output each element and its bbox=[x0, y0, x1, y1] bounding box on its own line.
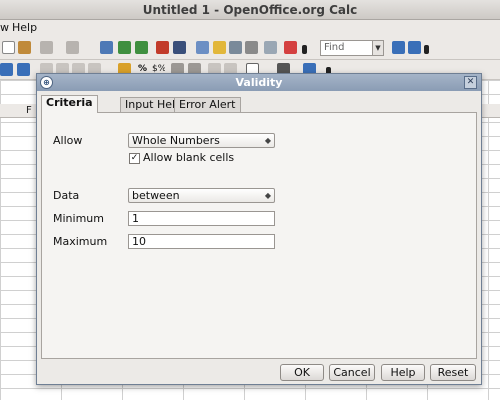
redo-icon[interactable] bbox=[66, 41, 79, 54]
data-label: Data bbox=[53, 189, 80, 202]
zoom-icon[interactable] bbox=[245, 41, 258, 54]
menu-help[interactable]: Help bbox=[12, 20, 37, 36]
sort-ascending-icon[interactable] bbox=[118, 41, 131, 54]
undo-icon[interactable] bbox=[40, 41, 53, 54]
menubar: w Help bbox=[0, 20, 500, 36]
chart-icon[interactable] bbox=[156, 41, 169, 54]
maximum-label: Maximum bbox=[53, 235, 108, 248]
chevron-updown-icon: ◆ bbox=[264, 136, 271, 145]
maximum-field[interactable]: 10 bbox=[128, 234, 275, 249]
column-header-f[interactable]: F bbox=[26, 104, 32, 118]
data-sources-icon[interactable] bbox=[229, 41, 242, 54]
search-icon[interactable] bbox=[264, 41, 277, 54]
font-color-icon[interactable] bbox=[17, 63, 30, 76]
data-select[interactable]: between ◆ bbox=[128, 188, 275, 203]
reset-button[interactable]: Reset bbox=[430, 364, 476, 381]
tab-criteria[interactable]: Criteria bbox=[41, 95, 98, 113]
find-next-icon[interactable] bbox=[392, 41, 405, 54]
font-icon[interactable] bbox=[0, 63, 13, 76]
criteria-panel: Allow Whole Numbers ◆ ✓ Allow blank cell… bbox=[41, 112, 477, 359]
new-document-icon[interactable] bbox=[2, 41, 15, 54]
toolbar-overflow-icon[interactable] bbox=[302, 45, 307, 54]
navigator-icon[interactable] bbox=[196, 41, 209, 54]
cancel-button[interactable]: Cancel bbox=[329, 364, 375, 381]
minimum-field[interactable]: 1 bbox=[128, 211, 275, 226]
allow-select-value: Whole Numbers bbox=[132, 134, 220, 147]
ok-button[interactable]: OK bbox=[280, 364, 324, 381]
standard-toolbar bbox=[0, 36, 500, 60]
sort-descending-icon[interactable] bbox=[135, 41, 148, 54]
find-toolbar-overflow-icon[interactable] bbox=[424, 45, 429, 54]
find-placeholder: Find bbox=[324, 42, 345, 53]
allow-blank-label[interactable]: Allow blank cells bbox=[143, 151, 234, 165]
menu-view[interactable]: w bbox=[0, 20, 9, 36]
find-input[interactable]: Find ▼ bbox=[320, 40, 384, 56]
gallery-icon[interactable] bbox=[213, 41, 226, 54]
edit-file-icon[interactable] bbox=[18, 41, 31, 54]
minimum-label: Minimum bbox=[53, 212, 104, 225]
chevron-updown-icon: ◆ bbox=[264, 191, 271, 200]
find-previous-icon[interactable] bbox=[408, 41, 421, 54]
data-pilot-icon[interactable] bbox=[100, 41, 113, 54]
data-select-value: between bbox=[132, 189, 180, 202]
allow-label: Allow bbox=[53, 134, 83, 147]
dialog-title-bar[interactable]: ⊕ Validity ✕ bbox=[37, 74, 481, 91]
validity-dialog: ⊕ Validity ✕ Criteria Input Help Error A… bbox=[36, 73, 482, 385]
close-icon[interactable]: ✕ bbox=[464, 76, 477, 89]
help-icon[interactable] bbox=[284, 41, 297, 54]
help-button[interactable]: Help bbox=[381, 364, 425, 381]
tab-error-alert[interactable]: Error Alert bbox=[174, 97, 241, 112]
dialog-title: Validity bbox=[235, 76, 283, 89]
chevron-down-icon[interactable]: ▼ bbox=[372, 40, 384, 56]
allow-select[interactable]: Whole Numbers ◆ bbox=[128, 133, 275, 148]
allow-blank-checkbox[interactable]: ✓ bbox=[129, 153, 140, 164]
openoffice-logo-icon: ⊕ bbox=[40, 76, 53, 89]
window-title: Untitled 1 - OpenOffice.org Calc bbox=[0, 0, 500, 20]
pivot-icon[interactable] bbox=[173, 41, 186, 54]
